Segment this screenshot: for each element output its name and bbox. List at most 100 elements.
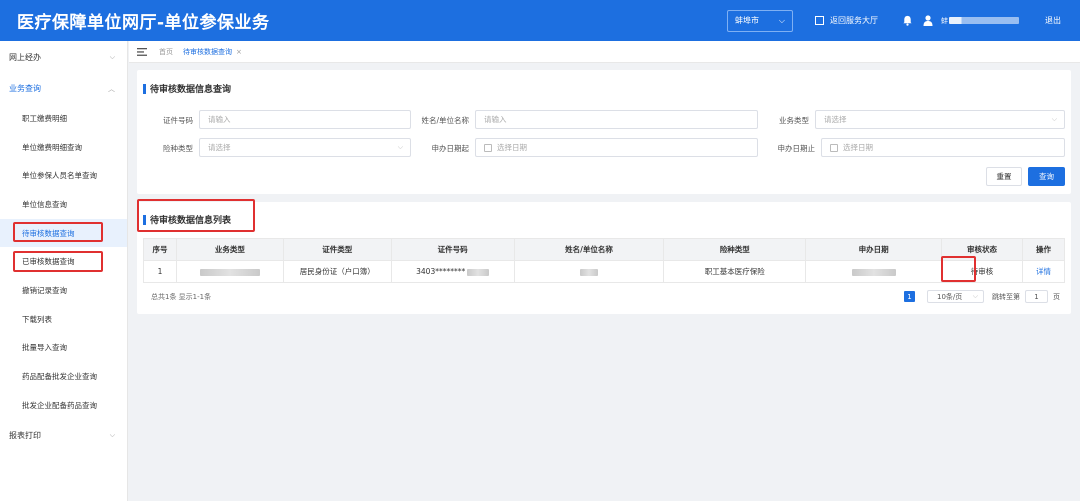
sidebar-item-insured-list[interactable]: 单位参保人员名单查询	[0, 161, 127, 190]
results-table: 序号 业务类型 证件类型 证件号码 姓名/单位名称 险种类型 申办日期 审核状态…	[143, 238, 1066, 283]
insurance-type-select[interactable]: 请选择 ⌵	[199, 138, 411, 157]
cell-action: 详情	[1021, 260, 1066, 283]
redacted-text	[851, 268, 896, 276]
sidebar-item-label: 单位缴费明细查询	[22, 142, 82, 152]
sidebar-item-label: 下载列表	[22, 314, 52, 324]
id-no-text: 3403********	[416, 267, 466, 276]
menu-group-label: 报表打印	[9, 430, 41, 440]
menu-group-report-print[interactable]: 报表打印 ⌵	[0, 420, 127, 451]
chevron-down-icon: ⌵	[972, 292, 978, 300]
page-suffix: 页	[1053, 292, 1060, 301]
tab-pending-review[interactable]: 待审核数据查询 ×	[183, 47, 242, 57]
menu-group-business-query[interactable]: 业务查询 ︿	[0, 73, 127, 104]
name-input[interactable]: 请输入	[475, 110, 758, 129]
query-button[interactable]: 查询	[1028, 167, 1065, 186]
tab-label: 待审核数据查询	[183, 47, 232, 56]
table-row: 1 居民身份证（户口簿） 3403******** 职工基本医疗保险 待审核 详…	[143, 260, 1066, 283]
search-panel-title: 待审核数据信息查询	[143, 82, 231, 95]
menu-group-label: 业务查询	[9, 84, 41, 93]
sidebar-item-download-list[interactable]: 下载列表	[0, 305, 127, 334]
page-size-select[interactable]: 10条/页 ⌵	[927, 290, 984, 303]
id-no-label: 证件号码	[163, 116, 193, 125]
search-panel-title-text: 待审核数据信息查询	[150, 85, 232, 95]
cell-index: 1	[143, 260, 177, 283]
user-name-prefix: 蚌	[941, 16, 948, 25]
tabs-bar: 首页 待审核数据查询 ×	[129, 41, 1080, 63]
sidebar-item-label: 批发企业配备药品查询	[22, 400, 97, 410]
col-header: 证件号码	[390, 238, 515, 261]
annotation-box-pending	[13, 222, 103, 242]
user-menu[interactable]: 蚌	[923, 15, 1019, 26]
cell-insurance-type: 职工基本医疗保险	[663, 260, 807, 283]
sidebar-item-label: 单位参保人员名单查询	[22, 171, 97, 181]
menu-group-label: 网上经办	[9, 53, 41, 62]
sidebar-item-employee-payment[interactable]: 职工缴费明细	[0, 104, 127, 133]
header-actions: 蚌埠市 ⌵ 返回服务大厅 蚌 退出	[727, 0, 1080, 41]
chevron-down-icon: ⌵	[397, 143, 403, 151]
chevron-down-icon: ⌵	[109, 53, 115, 61]
redacted-text	[580, 268, 599, 276]
date-from-label: 申办日期起	[431, 144, 470, 153]
cell-name	[513, 260, 665, 283]
cell-date	[805, 260, 943, 283]
annotation-box-status	[941, 256, 976, 282]
jump-page-input[interactable]: 1	[1025, 290, 1048, 303]
logout-button[interactable]: 退出	[1045, 15, 1061, 26]
exit-box-icon	[815, 16, 824, 25]
cell-biz-type	[175, 260, 284, 283]
cell-id-type: 居民身份证（户口簿）	[282, 260, 392, 283]
user-icon	[923, 15, 933, 26]
tab-home[interactable]: 首页	[159, 47, 173, 57]
pagination: 1 10条/页 ⌵ 跳转至第 1 页	[904, 290, 1060, 303]
chevron-down-icon: ⌵	[778, 15, 785, 25]
return-service-hall-label: 返回服务大厅	[830, 16, 878, 25]
sidebar-item-batch-import[interactable]: 批量导入查询	[0, 334, 127, 363]
redacted-text	[467, 268, 490, 276]
sidebar-item-label: 批量导入查询	[22, 343, 67, 353]
close-icon[interactable]: ×	[236, 48, 242, 56]
top-header: 医疗保障单位网厅-单位参保业务 蚌埠市 ⌵ 返回服务大厅 蚌 退出	[0, 0, 1080, 41]
sidebar-item-drug-wholesaler[interactable]: 药品配备批发企业查询	[0, 362, 127, 391]
name-placeholder: 请输入	[484, 115, 507, 124]
app-title: 医疗保障单位网厅-单位参保业务	[17, 13, 270, 33]
sidebar-item-unit-payment[interactable]: 单位缴费明细查询	[0, 133, 127, 162]
annotation-box-reviewed	[13, 251, 103, 272]
return-service-hall-link[interactable]: 返回服务大厅	[815, 15, 878, 26]
biz-type-label: 业务类型	[779, 116, 809, 125]
cell-id-no: 3403********	[390, 260, 515, 283]
sidebar-item-revoke-records[interactable]: 撤销记录查询	[0, 276, 127, 305]
page-number-current[interactable]: 1	[904, 291, 915, 302]
col-header: 序号	[143, 238, 177, 261]
calendar-icon	[484, 143, 492, 152]
city-select[interactable]: 蚌埠市 ⌵	[727, 9, 793, 32]
annotation-box-results-title	[137, 199, 255, 232]
chevron-down-icon: ⌵	[1051, 115, 1057, 123]
col-header: 证件类型	[282, 238, 392, 261]
user-name-redacted	[949, 17, 1019, 24]
page-size-value: 10条/页	[937, 292, 963, 301]
col-header: 险种类型	[663, 238, 807, 261]
results-summary: 总共1条 显示1-1条	[151, 293, 212, 301]
date-from-placeholder: 选择日期	[497, 143, 527, 152]
date-to-label: 申办日期止	[777, 144, 816, 153]
biz-type-select[interactable]: 请选择 ⌵	[815, 110, 1065, 129]
detail-link[interactable]: 详情	[1036, 267, 1051, 276]
insurance-type-placeholder: 请选择	[208, 143, 231, 152]
sidebar-item-unit-info[interactable]: 单位信息查询	[0, 190, 127, 219]
search-panel	[137, 70, 1071, 194]
col-header: 申办日期	[805, 238, 943, 261]
id-no-input[interactable]: 请输入	[199, 110, 411, 129]
bell-icon[interactable]	[902, 15, 913, 26]
col-header: 操作	[1021, 238, 1066, 261]
date-from-picker[interactable]: 选择日期	[475, 138, 758, 157]
sidebar-item-label: 药品配备批发企业查询	[22, 372, 97, 382]
reset-button[interactable]: 重置	[986, 167, 1022, 186]
date-to-picker[interactable]: 选择日期	[821, 138, 1065, 157]
sidebar-item-label: 职工缴费明细	[22, 113, 67, 123]
col-header: 业务类型	[175, 238, 284, 261]
sidebar-item-wholesaler-drugs[interactable]: 批发企业配备药品查询	[0, 391, 127, 420]
id-no-placeholder: 请输入	[208, 115, 231, 124]
chevron-up-icon: ︿	[108, 84, 115, 93]
menu-group-online-handling[interactable]: 网上经办 ⌵	[0, 42, 127, 73]
menu-toggle-icon[interactable]	[137, 47, 147, 56]
